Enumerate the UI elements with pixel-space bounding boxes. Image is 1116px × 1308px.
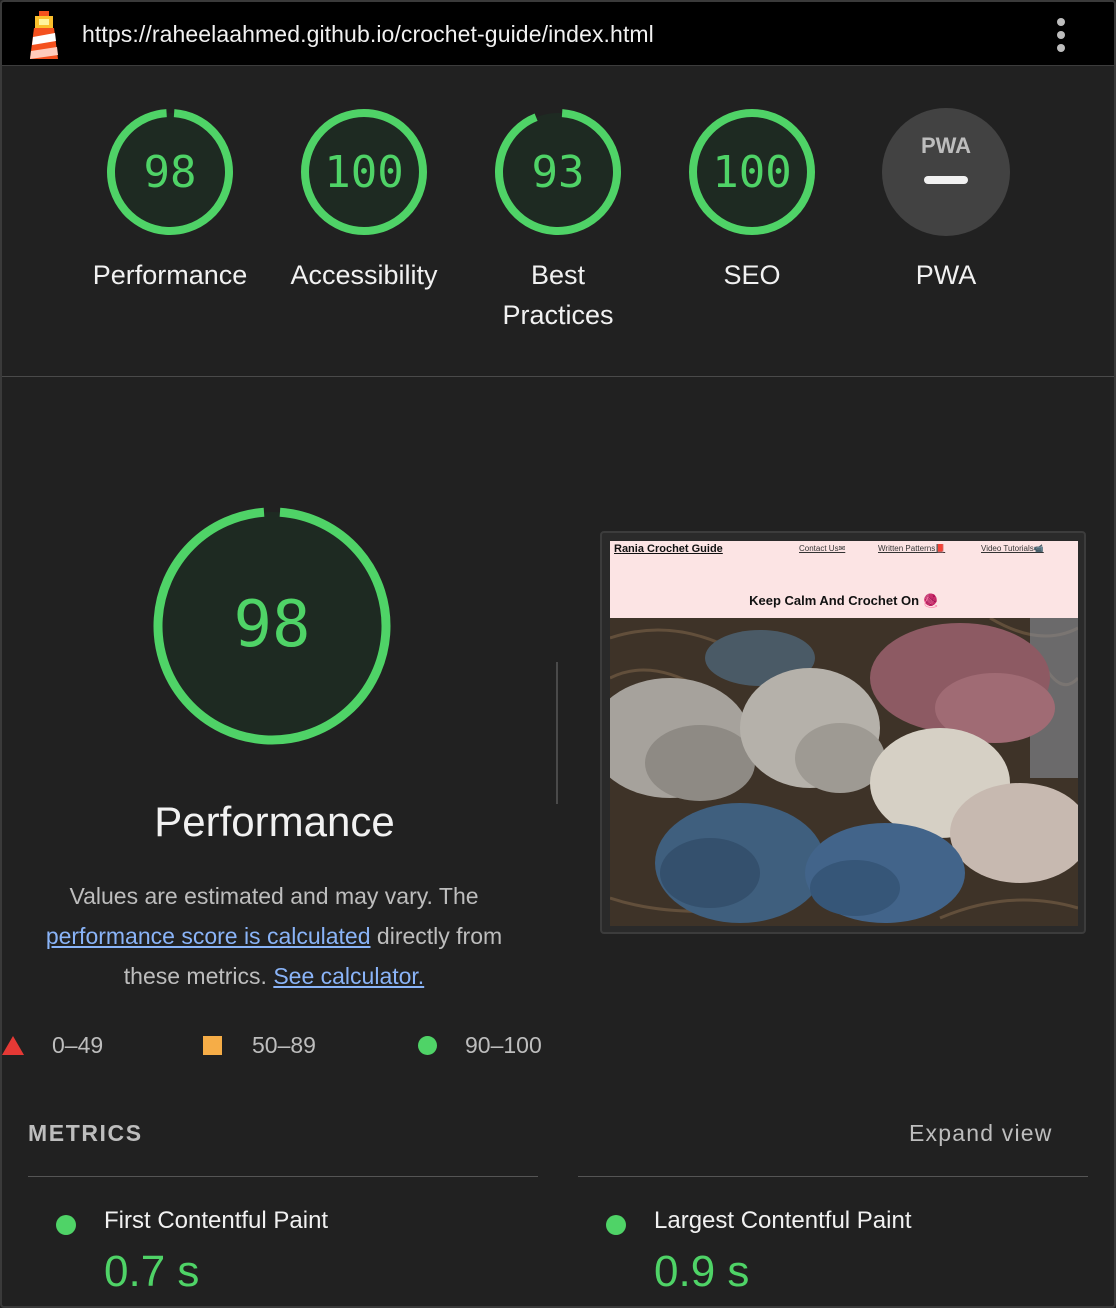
legend-pass: 90–100 [465, 1032, 542, 1058]
legend-average: 50–89 [252, 1032, 316, 1058]
performance-description: Values are estimated and may vary. The p… [18, 876, 530, 996]
score-value: 100 [324, 147, 403, 198]
metric-name: Largest Contentful Paint [654, 1207, 912, 1234]
score-value: 98 [144, 147, 197, 198]
lighthouse-report: https://raheelaahmed.github.io/crochet-g… [0, 0, 1116, 1308]
site-link-patterns: Written Patterns📕 [878, 544, 946, 553]
score-summary: 98 Performance 100 Accessibility 93 Best… [2, 67, 1114, 377]
average-square-icon [203, 1036, 222, 1055]
gauge-best-practices[interactable]: 93 Best Practices [463, 107, 653, 335]
vertical-divider [556, 662, 558, 804]
performance-gauge: 98 [153, 507, 391, 745]
gauge-label: Best Practices [502, 260, 614, 330]
lighthouse-logo-icon [30, 11, 58, 59]
score-legend: 0–49 50–89 90–100 [2, 1028, 562, 1062]
top-bar: https://raheelaahmed.github.io/crochet-g… [2, 2, 1114, 66]
site-link-videos: Video Tutorials📹 [981, 544, 1044, 553]
gauge-performance[interactable]: 98 Performance [75, 107, 265, 295]
screenshot-content: Rania Crochet Guide Contact Us✉ Written … [610, 541, 1078, 926]
pass-circle-icon [606, 1215, 626, 1235]
see-calculator-link[interactable]: See calculator. [273, 963, 424, 989]
expand-view-toggle[interactable]: Expand view [909, 1120, 1053, 1147]
performance-score: 98 [233, 588, 310, 662]
gauge-label: Accessibility [290, 260, 438, 290]
gauge-accessibility[interactable]: 100 Accessibility [269, 107, 459, 295]
gauge-label: Performance [92, 260, 248, 290]
metric-name: First Contentful Paint [104, 1207, 329, 1234]
metrics-divider-left [28, 1176, 538, 1177]
final-screenshot[interactable]: Rania Crochet Guide Contact Us✉ Written … [600, 531, 1086, 934]
gauge-label: SEO [723, 260, 781, 290]
pass-circle-icon [418, 1036, 437, 1055]
gauge-pwa[interactable]: PWA PWA [851, 107, 1041, 295]
page-url[interactable]: https://raheelaahmed.github.io/crochet-g… [82, 21, 654, 48]
fail-triangle-icon [2, 1036, 24, 1055]
site-brand: Rania Crochet Guide [614, 543, 723, 555]
legend-fail: 0–49 [52, 1032, 104, 1058]
pwa-badge-text: PWA [921, 133, 971, 158]
pass-circle-icon [56, 1215, 76, 1235]
gauge-ring: 100 [689, 109, 815, 235]
site-tagline: Keep Calm And Crochet On 🧶 [749, 593, 939, 608]
gauge-ring: 100 [301, 109, 427, 235]
score-calculated-link[interactable]: performance score is calculated [46, 923, 371, 949]
metric-value: 0.9 s [654, 1247, 750, 1296]
gauge-seo[interactable]: 100 SEO [657, 107, 847, 295]
site-header: Rania Crochet Guide Contact Us✉ Written … [610, 541, 1078, 617]
site-link-contact: Contact Us✉ [799, 544, 846, 553]
performance-title: Performance [154, 798, 395, 845]
pwa-badge-icon: PWA [882, 108, 1010, 236]
gauge-ring: 98 [107, 109, 233, 235]
yarn-photo [610, 618, 1078, 926]
gauge-ring: 93 [495, 109, 621, 235]
score-value: 100 [712, 147, 791, 198]
metrics-heading: METRICS [28, 1120, 143, 1146]
metrics-divider-right [578, 1176, 1088, 1177]
gauge-label: PWA [915, 260, 977, 290]
more-options-icon[interactable] [1052, 18, 1072, 54]
metric-value: 0.7 s [104, 1247, 200, 1296]
desc-prefix: Values are estimated and may vary. The [69, 883, 479, 909]
score-value: 93 [532, 147, 585, 198]
